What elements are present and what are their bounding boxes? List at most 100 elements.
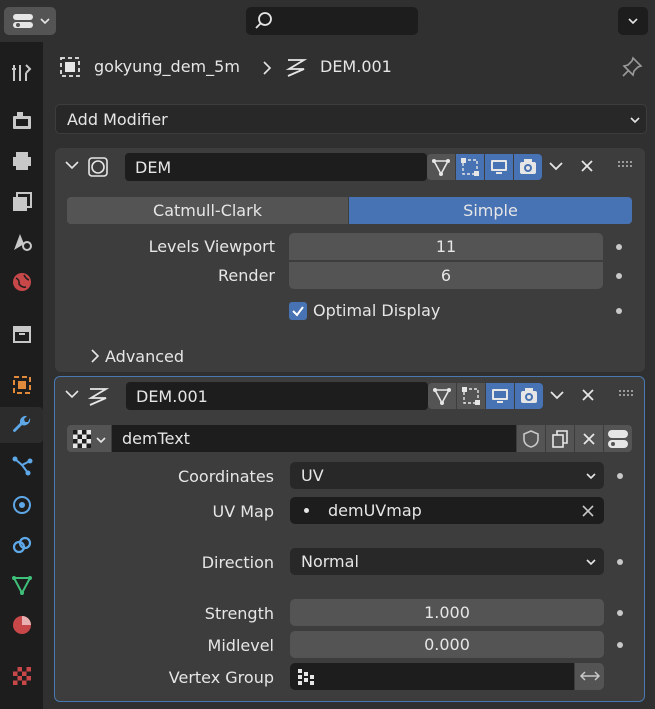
tab-object-data[interactable] xyxy=(0,567,43,603)
keyframe-dot[interactable] xyxy=(617,473,623,479)
render-toggle[interactable] xyxy=(515,383,543,409)
texture-name-field[interactable]: demText xyxy=(112,425,516,452)
keyframe-dot[interactable] xyxy=(617,642,623,648)
realtime-viewport-toggle[interactable] xyxy=(486,383,514,409)
modifier-name-field[interactable]: DEM xyxy=(125,153,427,181)
chevron-right-icon[interactable] xyxy=(90,349,100,363)
keyframe-dot[interactable] xyxy=(616,308,622,314)
tool-icon xyxy=(11,64,31,81)
collapse-chevron-icon[interactable] xyxy=(65,389,79,399)
duplicate-texture-button[interactable] xyxy=(546,425,574,452)
edit-mode-toggle[interactable] xyxy=(456,154,484,180)
physics-icon xyxy=(12,496,31,514)
catmull-clark-option[interactable]: Catmull-Clark xyxy=(67,197,348,224)
tab-render[interactable] xyxy=(0,103,43,139)
chevron-down-icon xyxy=(628,18,638,25)
world-globe-icon xyxy=(12,273,31,291)
render-toggle[interactable] xyxy=(514,154,542,180)
options-dropdown-button[interactable] xyxy=(618,7,648,35)
optimal-display-checkbox[interactable] xyxy=(289,302,307,320)
optimal-display-label: Optimal Display xyxy=(313,301,441,320)
invert-vertex-group-button[interactable] xyxy=(575,663,604,690)
direction-dropdown[interactable]: Normal xyxy=(290,548,604,575)
edit-mode-toggle[interactable] xyxy=(457,383,485,409)
clear-icon[interactable] xyxy=(581,504,595,518)
tab-view-layer[interactable] xyxy=(0,184,43,220)
tab-tool[interactable] xyxy=(0,55,43,91)
texture-properties-button[interactable] xyxy=(604,425,632,452)
uv-map-bullet-icon xyxy=(304,508,309,513)
double-arrow-icon xyxy=(579,671,601,681)
tab-world[interactable] xyxy=(0,264,43,300)
texture-browse-button[interactable] xyxy=(67,425,111,452)
tab-output[interactable] xyxy=(0,143,43,179)
collapse-chevron-icon[interactable] xyxy=(65,160,79,170)
editor-type-button[interactable] xyxy=(4,7,56,35)
output-printer-icon xyxy=(12,152,31,170)
breadcrumb-modifier-name: DEM.001 xyxy=(320,57,392,76)
duplicate-icon xyxy=(552,429,568,448)
strength-field[interactable]: 1.000 xyxy=(290,599,604,626)
add-modifier-dropdown[interactable]: Add Modifier xyxy=(55,104,647,134)
drag-handle-icon[interactable] xyxy=(618,161,634,169)
tab-material[interactable] xyxy=(0,607,43,643)
close-icon[interactable] xyxy=(580,159,594,173)
levels-viewport-field[interactable]: 11 xyxy=(289,233,603,260)
breadcrumb-object-name: gokyung_dem_5m xyxy=(94,57,240,76)
advanced-subpanel-label[interactable]: Advanced xyxy=(105,349,184,365)
tab-constraints[interactable] xyxy=(0,527,43,563)
midlevel-label: Midlevel xyxy=(207,636,274,655)
midlevel-field[interactable]: 0.000 xyxy=(290,631,604,658)
displace-modifier-icon xyxy=(87,388,109,406)
vertex-group-field[interactable] xyxy=(290,663,574,690)
close-icon[interactable] xyxy=(581,388,595,402)
render-levels-label: Render xyxy=(218,266,275,285)
tab-modifiers[interactable] xyxy=(0,407,43,443)
checkmark-icon xyxy=(292,306,304,317)
coordinates-value: UV xyxy=(301,466,324,485)
properties-tab-sidebar xyxy=(0,42,43,709)
chevron-down-icon[interactable] xyxy=(550,390,564,400)
simple-option[interactable]: Simple xyxy=(349,197,632,224)
levels-viewport-label: Levels Viewport xyxy=(148,237,275,256)
edit-mode-icon xyxy=(462,387,480,405)
vertex-group-icon xyxy=(298,669,314,685)
uv-map-field[interactable]: demUVmap xyxy=(290,497,604,524)
keyframe-dot[interactable] xyxy=(617,559,623,565)
tab-scene[interactable] xyxy=(0,224,43,260)
fake-user-button[interactable] xyxy=(517,425,545,452)
material-sphere-icon xyxy=(12,616,31,634)
monitor-icon xyxy=(491,160,507,174)
unlink-texture-button[interactable] xyxy=(575,425,603,452)
monitor-icon xyxy=(492,389,508,403)
tab-physics[interactable] xyxy=(0,487,43,523)
strength-value: 1.000 xyxy=(424,603,470,622)
tab-particles[interactable] xyxy=(0,447,43,483)
close-icon xyxy=(583,432,595,445)
search-input[interactable] xyxy=(246,7,418,35)
drag-handle-icon[interactable] xyxy=(619,390,635,398)
modifier-name-field[interactable]: DEM.001 xyxy=(126,382,428,410)
keyframe-dot[interactable] xyxy=(617,610,623,616)
simple-label: Simple xyxy=(463,201,518,220)
coordinates-dropdown[interactable]: UV xyxy=(290,462,604,489)
object-square-icon xyxy=(12,376,31,394)
modifier-panel-displace: DEM.001 demText Coordinates UV UV Map de… xyxy=(54,376,645,702)
levels-viewport-value: 11 xyxy=(435,237,457,256)
keyframe-dot[interactable] xyxy=(616,273,622,279)
render-levels-field[interactable]: 6 xyxy=(289,262,603,289)
realtime-viewport-toggle[interactable] xyxy=(485,154,513,180)
tab-object[interactable] xyxy=(0,367,43,403)
tab-texture[interactable] xyxy=(0,658,43,694)
on-cage-toggle[interactable] xyxy=(427,154,455,180)
subdivision-surface-icon xyxy=(88,157,108,177)
properties-editor-icon xyxy=(13,14,33,28)
keyframe-dot[interactable] xyxy=(616,244,622,250)
catmull-clark-label: Catmull-Clark xyxy=(153,201,262,220)
chevron-down-icon[interactable] xyxy=(549,161,563,171)
on-cage-toggle[interactable] xyxy=(428,383,456,409)
render-icon xyxy=(12,112,31,129)
pin-icon[interactable] xyxy=(621,56,643,78)
uv-map-label: UV Map xyxy=(212,502,274,521)
tab-collection[interactable] xyxy=(0,316,43,352)
